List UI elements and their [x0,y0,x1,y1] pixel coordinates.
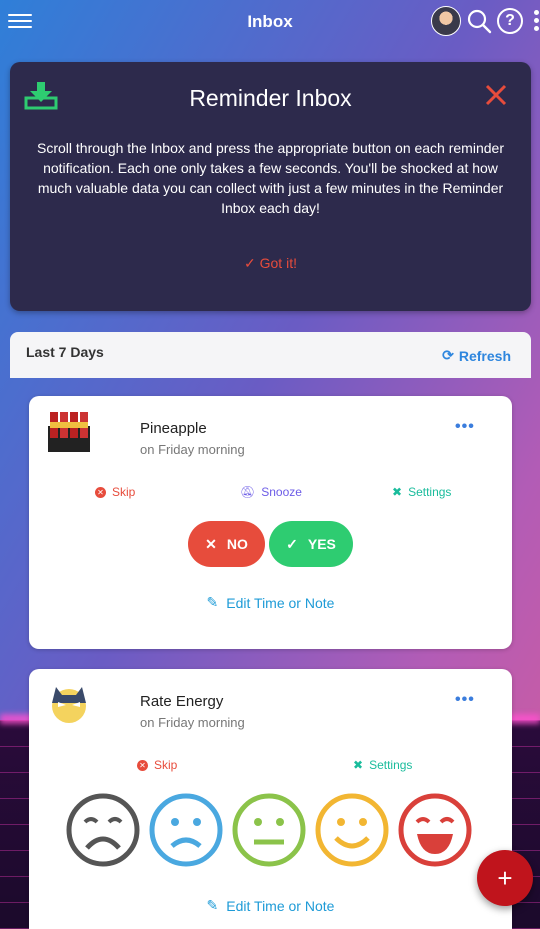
edit-label: Edit Time or Note [226,594,335,611]
section-header: Last 7 Days ⟳ Refresh [10,332,531,378]
section-label: Last 7 Days [26,344,104,360]
avatar[interactable] [431,6,461,36]
skip-button[interactable]: ✕ Skip [95,485,135,499]
skip-icon: ✕ [137,759,148,771]
no-label: NO [226,536,248,552]
no-button[interactable]: ✕ NO [188,521,265,567]
help-icon[interactable]: ? [497,8,523,34]
bell-off-icon: 🔕︎ [240,485,256,499]
tools-icon: ✖︎ [353,758,364,772]
snooze-label: Snooze [261,485,302,499]
edit-time-note-button[interactable]: ✎ Edit Time or Note [29,594,512,611]
more-vertical-icon[interactable] [534,10,540,34]
reminder-time: on Friday morning [140,442,245,457]
got-it-button[interactable]: ✓ Got it! [10,255,531,272]
pineapple-product-image [48,412,90,452]
reminder-card: Pineapple on Friday morning ••• ✕ Skip 🔕… [29,396,512,649]
intro-card: Reminder Inbox Scroll through the Inbox … [10,62,531,311]
pencil-icon: ✎ [206,594,219,610]
more-options-icon[interactable]: ••• [455,691,475,709]
very-happy-face-icon[interactable] [397,792,473,868]
settings-label: Settings [408,485,452,499]
check-icon: ✓ [244,255,256,271]
refresh-icon: ⟳ [442,347,454,363]
settings-label: Settings [369,758,413,772]
add-reminder-button[interactable]: + [477,850,533,906]
yes-button[interactable]: ✓ YES [269,521,353,567]
tools-icon: ✖︎ [392,485,403,499]
skip-button[interactable]: ✕ Skip [137,758,177,772]
energy-mask-icon [52,687,86,723]
snooze-button[interactable]: 🔕︎ Snooze [240,485,302,499]
top-bar: Inbox ? [0,0,540,44]
happy-face-icon[interactable] [314,792,390,868]
reminder-name: Pineapple [140,420,207,437]
x-icon: ✕ [205,535,217,552]
edit-time-note-button[interactable]: ✎ Edit Time or Note [29,897,512,914]
search-icon[interactable] [466,8,492,34]
neutral-face-icon[interactable] [231,792,307,868]
settings-button[interactable]: ✖︎ Settings [392,485,451,499]
refresh-label: Refresh [458,347,511,364]
got-it-label: Got it! [259,255,297,271]
hamburger-menu-icon[interactable] [8,11,32,31]
intro-title: Reminder Inbox [189,85,352,111]
reminder-time: on Friday morning [140,715,245,730]
settings-button[interactable]: ✖︎ Settings [353,758,412,772]
sad-face-icon[interactable] [148,792,224,868]
pencil-icon: ✎ [206,897,219,913]
skip-label: Skip [154,758,178,772]
reminder-card: Rate Energy on Friday morning ••• ✕ Skip… [29,669,512,929]
skip-icon: ✕ [95,486,106,498]
check-icon: ✓ [286,535,298,552]
more-options-icon[interactable]: ••• [455,418,475,436]
edit-label: Edit Time or Note [226,897,335,914]
skip-label: Skip [112,485,136,499]
rating-faces [65,792,485,870]
refresh-button[interactable]: ⟳ Refresh [442,347,511,364]
page-title: Inbox [247,12,293,31]
reminder-name: Rate Energy [140,693,224,710]
very-sad-face-icon[interactable] [65,792,141,868]
yes-label: YES [307,536,336,552]
close-icon[interactable] [483,82,509,108]
intro-body: Scroll through the Inbox and press the a… [37,140,504,216]
